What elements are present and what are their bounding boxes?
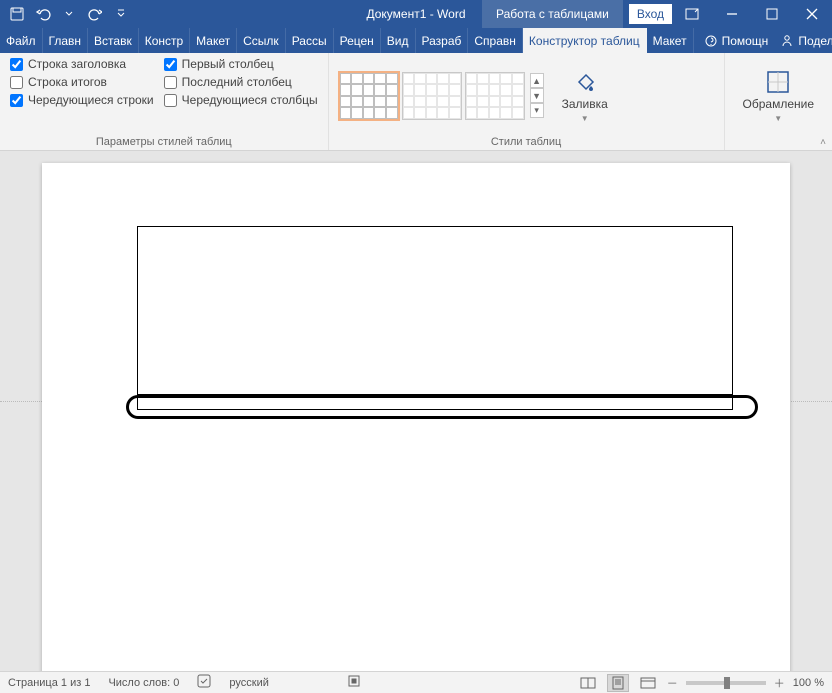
group-table-style-options: Строка заголовка Строка итогов Чередующи… — [0, 53, 329, 150]
group-title-style-options: Параметры стилей таблиц — [10, 134, 318, 148]
checkbox-banded-columns[interactable]: Чередующиеся столбцы — [164, 93, 318, 107]
group-borders: Обрамление ▼ — [725, 53, 832, 150]
tab-help[interactable]: Справн — [468, 28, 523, 53]
tab-layout[interactable]: Макет — [190, 28, 237, 53]
view-print-layout[interactable] — [607, 674, 629, 692]
table-styles-gallery: ▲ ▼ ▾ — [339, 72, 544, 120]
status-word-count[interactable]: Число слов: 0 — [108, 677, 179, 689]
save-button[interactable] — [6, 3, 28, 25]
checkbox-total-row[interactable]: Строка итогов — [10, 75, 154, 89]
status-bar: Страница 1 из 1 Число слов: 0 русский － … — [0, 671, 832, 693]
group-table-styles: ▲ ▼ ▾ Заливка ▼ Стили таблиц — [329, 53, 725, 150]
checkbox-header-row[interactable]: Строка заголовка — [10, 57, 154, 71]
tab-table-layout[interactable]: Макет — [647, 28, 694, 53]
tab-table-design[interactable]: Конструктор таблиц — [523, 28, 647, 53]
status-language[interactable]: русский — [229, 677, 268, 689]
zoom-in[interactable]: ＋ — [774, 675, 785, 691]
undo-dropdown[interactable] — [58, 3, 80, 25]
tell-me-button[interactable]: Помощн — [704, 34, 769, 48]
document-page[interactable] — [42, 163, 790, 671]
contextual-tab-label: Работа с таблицами — [482, 0, 623, 28]
title-bar: Документ1 - Word Работа с таблицами Вход — [0, 0, 832, 28]
title-right: Работа с таблицами Вход — [482, 0, 832, 28]
window-title: Документ1 - Word — [366, 0, 465, 28]
qat-customize[interactable] — [110, 3, 132, 25]
table-row[interactable] — [138, 395, 732, 409]
shading-button[interactable]: Заливка ▼ — [554, 68, 616, 122]
zoom-out[interactable]: － — [667, 675, 678, 691]
tab-review[interactable]: Рецен — [334, 28, 381, 53]
close-button[interactable] — [792, 0, 832, 28]
gallery-scroll-up[interactable]: ▲ — [530, 73, 544, 88]
chevron-down-icon: ▼ — [774, 114, 782, 123]
tell-me-label: Помощн — [722, 34, 769, 48]
ribbon-display-options[interactable] — [672, 0, 712, 28]
checkbox-last-column[interactable]: Последний столбец — [164, 75, 318, 89]
gallery-more[interactable]: ▾ — [530, 103, 544, 118]
zoom-slider[interactable] — [686, 681, 766, 685]
share-button[interactable]: Поделиться — [780, 34, 832, 48]
share-label: Поделиться — [798, 34, 832, 48]
document-workspace — [0, 151, 832, 671]
status-macro-icon[interactable] — [347, 674, 361, 691]
borders-icon — [764, 68, 792, 96]
collapse-ribbon[interactable]: ˄ — [820, 137, 826, 148]
checkbox-banded-rows[interactable]: Чередующиеся строки — [10, 93, 154, 107]
table-row[interactable] — [138, 227, 732, 395]
chevron-down-icon: ▼ — [581, 114, 589, 123]
ribbon: Строка заголовка Строка итогов Чередующи… — [0, 53, 832, 151]
view-web-layout[interactable] — [637, 674, 659, 692]
gallery-scroll: ▲ ▼ ▾ — [530, 73, 544, 118]
status-page[interactable]: Страница 1 из 1 — [8, 677, 90, 689]
group-title-table-styles: Стили таблиц — [339, 134, 714, 148]
maximize-button[interactable] — [752, 0, 792, 28]
bucket-icon — [571, 68, 599, 96]
document-table[interactable] — [137, 226, 733, 410]
minimize-button[interactable] — [712, 0, 752, 28]
tab-home[interactable]: Главн — [43, 28, 89, 53]
redo-button[interactable] — [84, 3, 106, 25]
zoom-level[interactable]: 100 % — [793, 677, 824, 689]
tab-insert[interactable]: Вставк — [88, 28, 139, 53]
checkbox-first-column[interactable]: Первый столбец — [164, 57, 318, 71]
table-style-2[interactable] — [402, 72, 462, 120]
tab-design[interactable]: Констр — [139, 28, 190, 53]
borders-button[interactable]: Обрамление ▼ — [735, 68, 822, 122]
status-spell-icon[interactable] — [197, 674, 211, 691]
tab-references[interactable]: Ссылк — [237, 28, 286, 53]
tab-developer[interactable]: Разраб — [416, 28, 469, 53]
undo-button[interactable] — [32, 3, 54, 25]
table-style-3[interactable] — [465, 72, 525, 120]
tab-file[interactable]: Файл — [0, 28, 43, 53]
table-style-1[interactable] — [339, 72, 399, 120]
gallery-scroll-down[interactable]: ▼ — [530, 88, 544, 103]
tab-view[interactable]: Вид — [381, 28, 416, 53]
view-read-mode[interactable] — [577, 674, 599, 692]
quick-access-toolbar — [0, 3, 138, 25]
ribbon-tabs: Файл Главн Вставк Констр Макет Ссылк Рас… — [0, 28, 832, 53]
tab-mailings[interactable]: Рассы — [286, 28, 334, 53]
sign-in-button[interactable]: Вход — [629, 4, 672, 24]
